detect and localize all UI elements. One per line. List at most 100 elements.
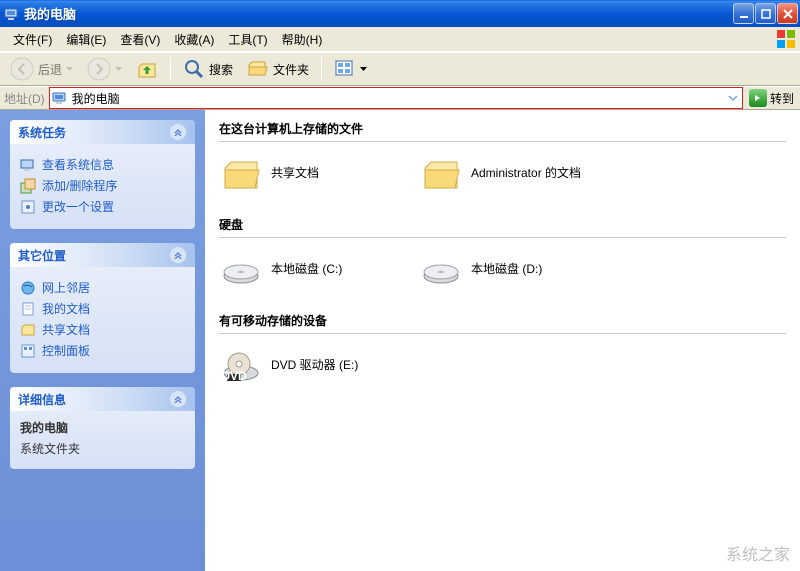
panel-body: 查看系统信息 添加/删除程序 更改一个设置 xyxy=(10,144,195,229)
menu-help[interactable]: 帮助(H) xyxy=(275,28,330,51)
items-row: 共享文档 Administrator 的文档 xyxy=(219,152,786,196)
system-info-icon xyxy=(20,157,36,173)
folders-label: 文件夹 xyxy=(273,61,309,78)
content-area: 系统任务 查看系统信息 添加/删除程序 更改一个设置 xyxy=(0,110,800,571)
link-label: 添加/删除程序 xyxy=(42,177,117,194)
link-network-places[interactable]: 网上邻居 xyxy=(18,277,187,298)
menu-favorites[interactable]: 收藏(A) xyxy=(167,28,221,51)
forward-button[interactable] xyxy=(81,54,128,84)
link-shared-documents[interactable]: 共享文档 xyxy=(18,319,187,340)
item-label: DVD 驱动器 (E:) xyxy=(271,358,358,374)
panel-header[interactable]: 详细信息 xyxy=(10,387,195,411)
minimize-button[interactable] xyxy=(733,3,754,24)
section-hard-disks: 硬盘 本地磁盘 (C:) 本地磁盘 (D:) xyxy=(219,214,786,292)
toolbar: 后退 搜索 文件夹 xyxy=(0,52,800,86)
hard-disk-icon xyxy=(221,250,261,290)
panel-body: 网上邻居 我的文档 共享文档 控制面板 xyxy=(10,267,195,373)
details-type: 系统文件夹 xyxy=(20,440,185,457)
search-button[interactable]: 搜索 xyxy=(177,55,239,83)
toolbar-separator xyxy=(170,57,171,81)
item-label: Administrator 的文档 xyxy=(471,166,581,182)
chevron-down-icon xyxy=(115,67,122,71)
up-button[interactable] xyxy=(130,55,164,83)
panel-title: 详细信息 xyxy=(18,391,66,408)
item-local-disk-d[interactable]: 本地磁盘 (D:) xyxy=(419,248,599,292)
link-my-documents[interactable]: 我的文档 xyxy=(18,298,187,319)
toolbar-separator xyxy=(321,57,322,81)
add-remove-icon xyxy=(20,178,36,194)
section-title: 在这台计算机上存储的文件 xyxy=(219,118,786,142)
main-view: 在这台计算机上存储的文件 共享文档 Administrator 的文档 硬盘 本… xyxy=(205,110,800,571)
collapse-icon[interactable] xyxy=(169,123,187,141)
dvd-drive-icon: DVD xyxy=(221,346,261,386)
collapse-icon[interactable] xyxy=(169,246,187,264)
chevron-down-icon xyxy=(66,67,73,71)
folder-icon xyxy=(221,154,261,194)
link-view-system-info[interactable]: 查看系统信息 xyxy=(18,154,187,175)
section-removable: 有可移动存储的设备 DVD DVD 驱动器 (E:) xyxy=(219,310,786,388)
link-change-setting[interactable]: 更改一个设置 xyxy=(18,196,187,217)
menu-view[interactable]: 查看(V) xyxy=(113,28,167,51)
window-controls xyxy=(733,3,798,24)
go-icon xyxy=(749,89,767,107)
item-shared-documents[interactable]: 共享文档 xyxy=(219,152,399,196)
documents-icon xyxy=(20,301,36,317)
control-panel-icon xyxy=(20,343,36,359)
windows-logo-icon xyxy=(775,28,797,50)
hard-disk-icon xyxy=(421,250,461,290)
item-dvd-drive-e[interactable]: DVD DVD 驱动器 (E:) xyxy=(219,344,399,388)
item-label: 共享文档 xyxy=(271,166,319,182)
chevron-down-icon xyxy=(360,67,367,71)
close-button[interactable] xyxy=(777,3,798,24)
my-computer-icon xyxy=(4,6,20,22)
item-admin-documents[interactable]: Administrator 的文档 xyxy=(419,152,599,196)
go-button[interactable]: 转到 xyxy=(743,89,800,107)
svg-text:DVD: DVD xyxy=(221,369,247,383)
view-mode-button[interactable] xyxy=(328,55,373,83)
settings-icon xyxy=(20,199,36,215)
link-control-panel[interactable]: 控制面板 xyxy=(18,340,187,361)
title-bar: 我的电脑 xyxy=(0,0,800,27)
menu-edit[interactable]: 编辑(E) xyxy=(59,28,113,51)
items-row: DVD DVD 驱动器 (E:) xyxy=(219,344,786,388)
section-stored-files: 在这台计算机上存储的文件 共享文档 Administrator 的文档 xyxy=(219,118,786,196)
sidebar: 系统任务 查看系统信息 添加/删除程序 更改一个设置 xyxy=(0,110,205,571)
address-value: 我的电脑 xyxy=(68,90,726,107)
system-tasks-panel: 系统任务 查看系统信息 添加/删除程序 更改一个设置 xyxy=(10,120,195,229)
details-panel: 详细信息 我的电脑 系统文件夹 xyxy=(10,387,195,469)
collapse-icon[interactable] xyxy=(169,390,187,408)
item-label: 本地磁盘 (D:) xyxy=(471,262,542,278)
link-label: 更改一个设置 xyxy=(42,198,114,215)
my-computer-icon xyxy=(52,90,68,106)
link-label: 共享文档 xyxy=(42,321,90,338)
network-icon xyxy=(20,280,36,296)
link-label: 网上邻居 xyxy=(42,279,90,296)
folders-button[interactable]: 文件夹 xyxy=(241,55,315,83)
back-button[interactable]: 后退 xyxy=(4,54,79,84)
link-label: 我的文档 xyxy=(42,300,90,317)
panel-header[interactable]: 系统任务 xyxy=(10,120,195,144)
item-local-disk-c[interactable]: 本地磁盘 (C:) xyxy=(219,248,399,292)
menu-file[interactable]: 文件(F) xyxy=(6,28,59,51)
section-title: 硬盘 xyxy=(219,214,786,238)
dropdown-icon[interactable] xyxy=(726,91,740,105)
folder-icon xyxy=(20,322,36,338)
link-label: 控制面板 xyxy=(42,342,90,359)
folder-icon xyxy=(421,154,461,194)
section-title: 有可移动存储的设备 xyxy=(219,310,786,334)
panel-header[interactable]: 其它位置 xyxy=(10,243,195,267)
address-label: 地址(D) xyxy=(0,90,49,107)
maximize-button[interactable] xyxy=(755,3,776,24)
back-label: 后退 xyxy=(38,61,62,78)
panel-body: 我的电脑 系统文件夹 xyxy=(10,411,195,469)
address-input[interactable]: 我的电脑 xyxy=(49,87,743,109)
go-label: 转到 xyxy=(770,90,794,107)
window-title: 我的电脑 xyxy=(24,4,733,23)
panel-title: 其它位置 xyxy=(18,247,66,264)
link-label: 查看系统信息 xyxy=(42,156,114,173)
menu-tools[interactable]: 工具(T) xyxy=(221,28,274,51)
panel-title: 系统任务 xyxy=(18,124,66,141)
menu-bar: 文件(F) 编辑(E) 查看(V) 收藏(A) 工具(T) 帮助(H) xyxy=(0,27,800,52)
link-add-remove-programs[interactable]: 添加/删除程序 xyxy=(18,175,187,196)
other-places-panel: 其它位置 网上邻居 我的文档 共享文档 控制面板 xyxy=(10,243,195,373)
